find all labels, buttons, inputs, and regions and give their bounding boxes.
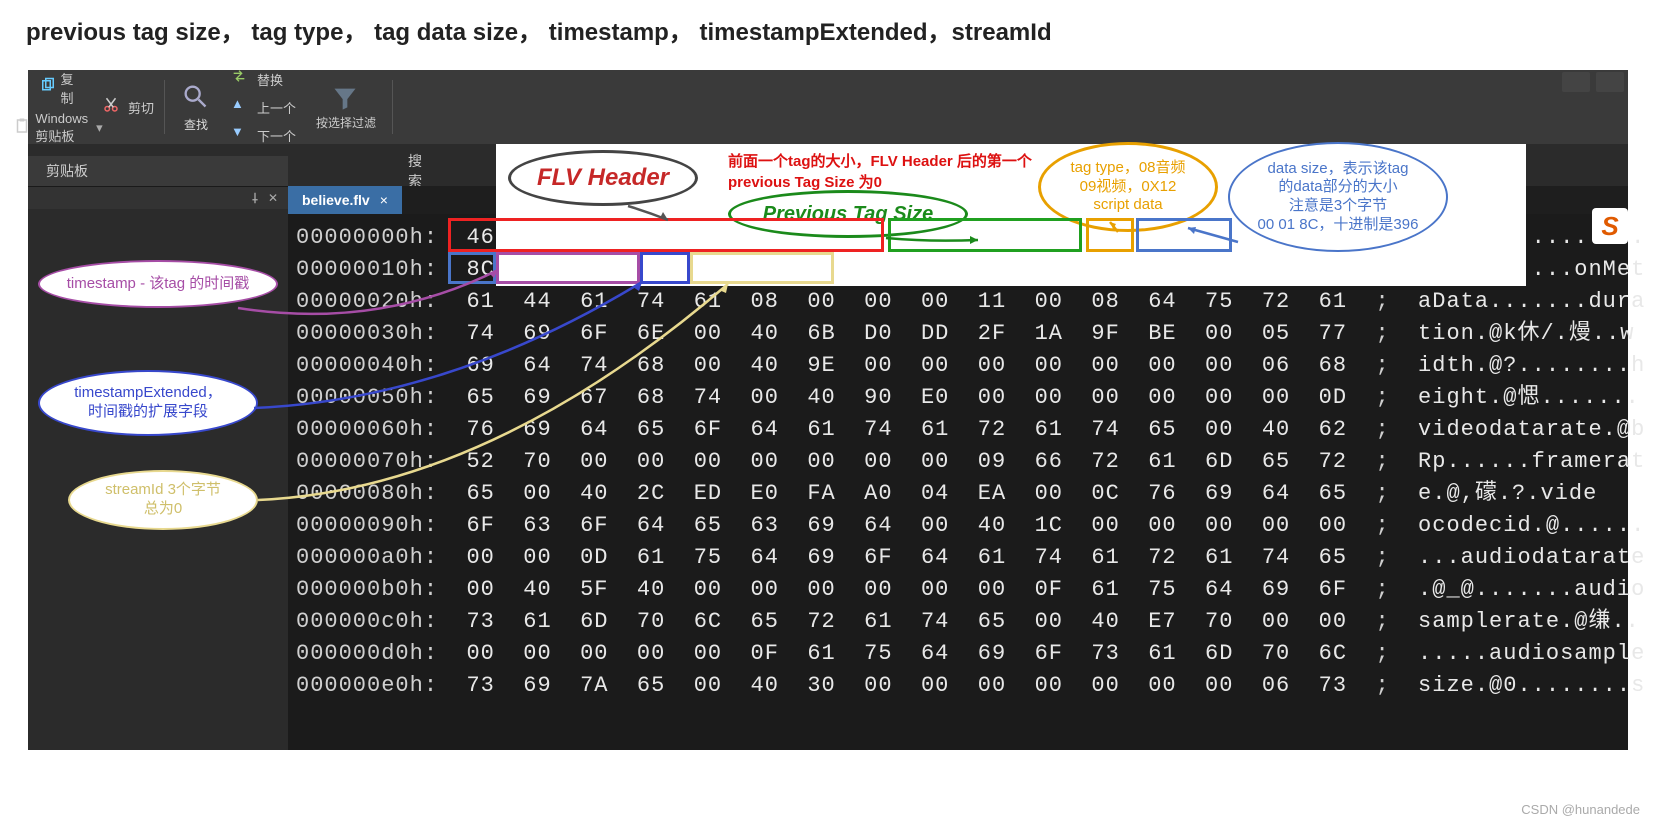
bubble-ts-ext: timestampExtended， 时间戳的扩展字段 xyxy=(38,370,258,436)
hex-row[interactable]: 00000060h: 76 69 64 65 6F 64 61 74 61 72… xyxy=(296,414,1628,446)
hex-row[interactable]: 00000030h: 74 69 6F 6E 00 40 6B D0 DD 2F… xyxy=(296,318,1628,350)
chevron-down-icon: ▾ xyxy=(96,120,103,136)
replace-button[interactable]: 替换 xyxy=(227,66,300,92)
stream-l1: streamId 3个字节 xyxy=(105,481,221,500)
ime-logo: S xyxy=(1592,208,1628,244)
copy-button[interactable]: 复制 xyxy=(35,67,82,109)
cut-label: 剪切 xyxy=(128,98,154,117)
filter-label: 按选择过滤 xyxy=(316,114,376,131)
bubble-tag-type: tag type，08音频 09视频，0X12 script data xyxy=(1038,142,1218,232)
prev-label: 上一个 xyxy=(257,98,296,117)
close-tab-icon[interactable]: × xyxy=(380,192,388,208)
flv-header-label: FLV Header xyxy=(537,163,669,193)
tag-type-l1: tag type，08音频 xyxy=(1070,159,1185,178)
clipboard-icon xyxy=(13,117,31,139)
replace-label: 替换 xyxy=(257,70,283,89)
ribbon-section-labels: 剪贴板 搜索 xyxy=(28,156,288,186)
hex-editor[interactable]: 00000000h: 46 4C 56 01 05 00 00 00 09 00… xyxy=(288,214,1628,750)
replace-icon xyxy=(231,68,253,90)
clipboard-dd-label: Windows 剪贴板 xyxy=(35,111,92,145)
hex-row[interactable]: 000000c0h: 73 61 6D 70 6C 65 72 61 74 65… xyxy=(296,606,1628,638)
copy-label: 复制 xyxy=(61,69,78,107)
cut-button[interactable]: 剪切 xyxy=(98,94,158,120)
data-size-l2: 的data部分的大小 xyxy=(1258,178,1419,197)
timestamp-label: timestamp - 该tag 的时间戳 xyxy=(67,275,250,294)
bubble-timestamp: timestamp - 该tag 的时间戳 xyxy=(38,260,278,308)
watermark: CSDN @hunandede xyxy=(1521,802,1640,817)
copy-icon xyxy=(39,77,57,99)
hex-row[interactable]: 00000020h: 61 44 61 74 61 08 00 00 00 11… xyxy=(296,286,1628,318)
hex-row[interactable]: 00000050h: 65 69 67 68 74 00 40 90 E0 00… xyxy=(296,382,1628,414)
hex-row[interactable]: 000000a0h: 00 00 0D 61 75 64 69 6F 64 61… xyxy=(296,542,1628,574)
data-size-l1: data size，表示该tag xyxy=(1258,160,1419,179)
filter-icon[interactable] xyxy=(331,84,361,114)
prev-tag-note-l1: 前面一个tag的大小，FLV Header 后的第一个 xyxy=(728,150,1032,171)
cut-icon xyxy=(102,96,124,118)
pin-icon[interactable] xyxy=(248,191,262,205)
next-button[interactable]: ▼ 下一个 xyxy=(227,122,300,148)
find-icon[interactable] xyxy=(181,82,211,112)
search-section-label: 搜索 xyxy=(408,151,422,191)
next-label: 下一个 xyxy=(257,126,296,145)
editor-window: 复制 Windows 剪贴板 ▾ 剪切 xyxy=(28,70,1628,750)
prev-button[interactable]: ▲ 上一个 xyxy=(227,94,300,120)
ribbon-toolbar: 复制 Windows 剪贴板 ▾ 剪切 xyxy=(28,70,1628,144)
prev-tag-size-label: Previous Tag Size xyxy=(763,202,933,227)
min-icon[interactable] xyxy=(1562,72,1590,92)
hex-row[interactable]: 000000b0h: 00 40 5F 40 00 00 00 00 00 00… xyxy=(296,574,1628,606)
up-arrow-icon: ▲ xyxy=(231,96,253,118)
tab-label: believe.flv xyxy=(302,192,370,208)
bubble-flv-header: FLV Header xyxy=(508,150,698,206)
max-icon[interactable] xyxy=(1596,72,1624,92)
ts-ext-l2: 时间戳的扩展字段 xyxy=(74,403,222,422)
bubble-prev-tag-size: Previous Tag Size xyxy=(728,190,968,238)
bubble-data-size: data size，表示该tag 的data部分的大小 注意是3个字节 00 0… xyxy=(1228,142,1448,252)
hex-row[interactable]: 00000040h: 69 64 74 68 00 40 9E 00 00 00… xyxy=(296,350,1628,382)
close-panel-icon[interactable]: ✕ xyxy=(268,191,282,205)
down-arrow-icon: ▼ xyxy=(231,124,253,146)
clipboard-section-label: 剪贴板 xyxy=(46,161,88,181)
ts-ext-l1: timestampExtended， xyxy=(74,384,222,403)
tab-file[interactable]: believe.flv × xyxy=(288,186,402,214)
hex-row[interactable]: 000000e0h: 73 69 7A 65 00 40 30 00 00 00… xyxy=(296,670,1628,702)
hex-row[interactable]: 000000d0h: 00 00 00 00 00 0F 61 75 64 69… xyxy=(296,638,1628,670)
tag-type-l3: script data xyxy=(1070,196,1185,215)
stream-l2: 总为0 xyxy=(105,500,221,519)
data-size-l3: 注意是3个字节 xyxy=(1258,197,1419,216)
data-size-l4: 00 01 8C，十进制是396 xyxy=(1258,216,1419,235)
prev-tag-note-l2: previous Tag Size 为0 xyxy=(728,171,1032,192)
tag-type-l2: 09视频，0X12 xyxy=(1070,178,1185,197)
hex-row[interactable]: 00000080h: 65 00 40 2C ED E0 FA A0 04 EA… xyxy=(296,478,1628,510)
find-section-label: 查找 xyxy=(184,116,208,133)
prev-tag-note: 前面一个tag的大小，FLV Header 后的第一个 previous Tag… xyxy=(728,150,1032,192)
hex-row[interactable]: 00000090h: 6F 63 6F 64 65 63 69 64 00 40… xyxy=(296,510,1628,542)
hex-row[interactable]: 00000070h: 52 70 00 00 00 00 00 00 00 09… xyxy=(296,446,1628,478)
page-title: previous tag size， tag type， tag data si… xyxy=(0,0,1660,65)
bubble-stream-id: streamId 3个字节 总为0 xyxy=(68,470,258,530)
